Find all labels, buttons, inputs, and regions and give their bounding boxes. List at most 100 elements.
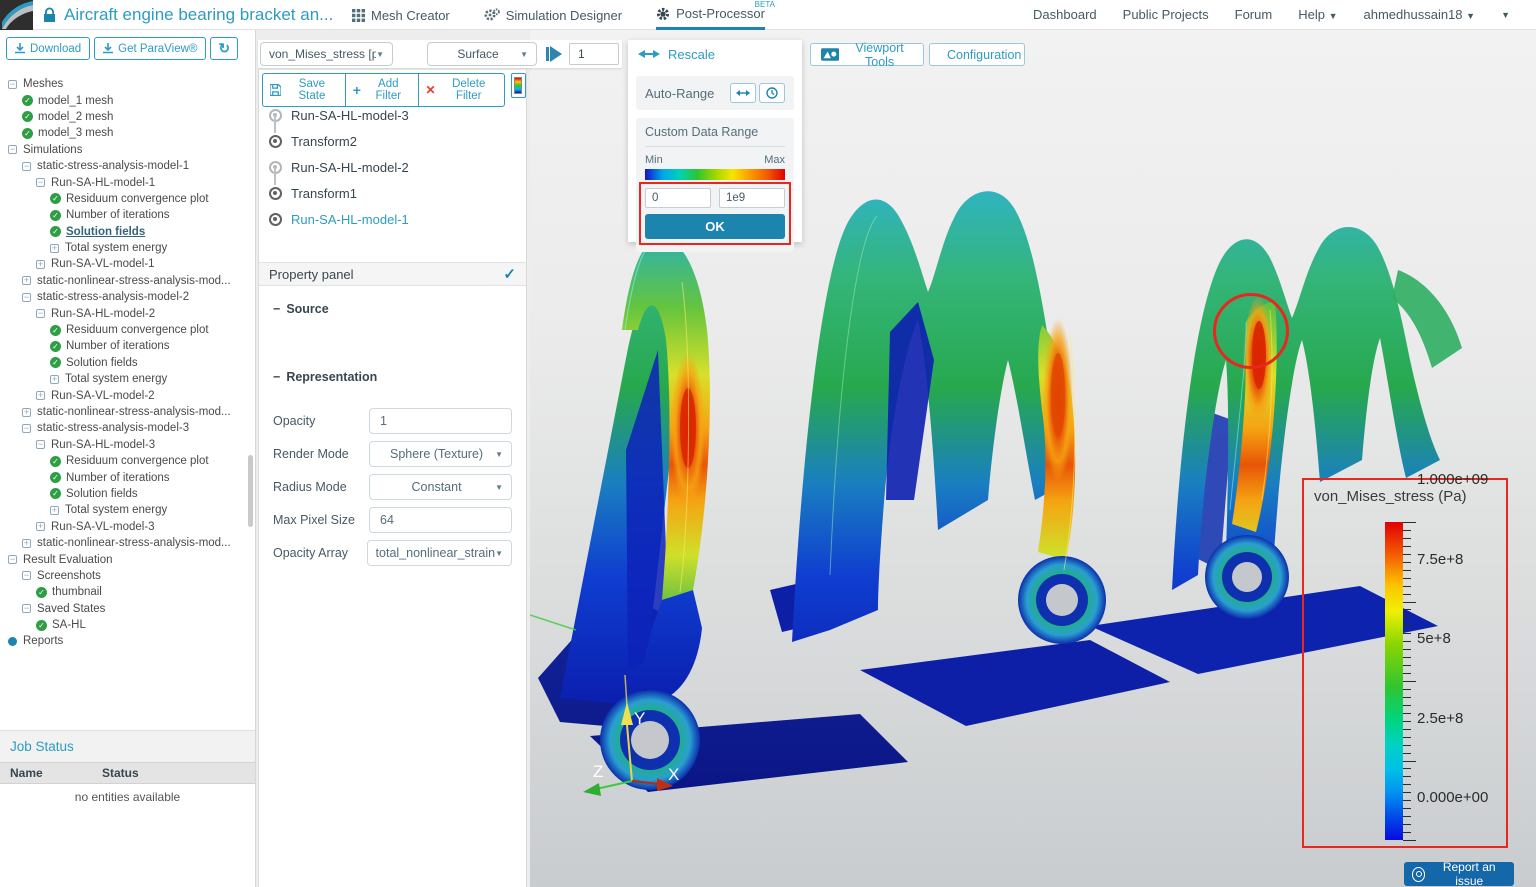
property-panel-header[interactable]: Property panel ✓ [259, 262, 526, 286]
radius-mode-select[interactable]: Constant▼ [369, 474, 512, 500]
nav-help-menu[interactable]: Help ▼ [1298, 7, 1337, 22]
tree-item-static-stress-analysis-model-1[interactable]: −static-stress-analysis-model-1 [0, 158, 256, 174]
expand-icon[interactable]: + [36, 391, 45, 400]
expand-icon[interactable]: + [50, 375, 59, 384]
tab-simulation-designer[interactable]: Simulation Designer [484, 0, 622, 30]
ok-button[interactable]: OK [645, 214, 785, 239]
tree-item-static-stress-analysis-model-3[interactable]: −static-stress-analysis-model-3 [0, 420, 256, 436]
tree-item-screenshots[interactable]: −Screenshots [0, 568, 256, 584]
range-min-input[interactable] [645, 188, 711, 208]
expand-icon[interactable]: + [22, 276, 31, 285]
rescale-button[interactable]: Rescale [628, 40, 802, 68]
refresh-button[interactable]: ↻ [210, 37, 238, 60]
visibility-eye-icon[interactable] [267, 211, 283, 227]
visibility-eye-icon[interactable] [267, 133, 283, 149]
tree-item-thumbnail[interactable]: ✓thumbnail [0, 584, 256, 600]
tree-item-number-of-iterations[interactable]: ✓Number of iterations [0, 207, 256, 223]
tree-item-run-sa-vl-model-2[interactable]: +Run-SA-VL-model-2 [0, 387, 256, 403]
field-select[interactable]: von_Mises_stress [point-data]▼ [260, 42, 393, 66]
tree-item-number-of-iterations[interactable]: ✓Number of iterations [0, 338, 256, 354]
expand-icon[interactable]: + [50, 506, 59, 515]
pipeline-item-run-sa-hl-model-1[interactable]: Run-SA-HL-model-1 [259, 206, 526, 232]
tree-item-model-1-mesh[interactable]: ✓model_1 mesh [0, 92, 256, 108]
collapse-icon[interactable]: − [8, 555, 17, 564]
pipeline-item-transform1[interactable]: Transform1 [259, 180, 526, 206]
collapse-icon[interactable]: − [8, 80, 17, 89]
tree-item-static-nonlinear-stress-analysis-mod[interactable]: +static-nonlinear-stress-analysis-mod... [0, 273, 256, 289]
collapse-icon[interactable]: − [36, 309, 45, 318]
tree-item-sa-hl[interactable]: ✓SA-HL [0, 617, 256, 633]
tree-item-static-nonlinear-stress-analysis-mod[interactable]: +static-nonlinear-stress-analysis-mod... [0, 404, 256, 420]
play-button[interactable] [542, 42, 566, 66]
tree-item-number-of-iterations[interactable]: ✓Number of iterations [0, 469, 256, 485]
auto-range-spatial-button[interactable] [730, 83, 756, 103]
expand-icon[interactable]: + [50, 244, 59, 253]
configuration-button[interactable]: Configuration [929, 43, 1025, 66]
tree-item-saved-states[interactable]: −Saved States [0, 601, 256, 617]
pipeline-item-run-sa-hl-model-2[interactable]: Run-SA-HL-model-2 [259, 154, 526, 180]
max-pixel-size-input[interactable] [369, 507, 512, 533]
tree-item-result-evaluation[interactable]: −Result Evaluation [0, 551, 256, 567]
tree-scrollbar[interactable] [248, 455, 253, 527]
collapse-icon[interactable]: − [36, 178, 45, 187]
collapse-icon[interactable]: − [22, 424, 31, 433]
colorbar-toggle-button[interactable] [511, 73, 526, 98]
tree-item-simulations[interactable]: −Simulations [0, 142, 256, 158]
range-max-input[interactable] [719, 188, 785, 208]
nav-public-projects[interactable]: Public Projects [1123, 7, 1209, 22]
frame-input[interactable] [569, 43, 619, 65]
tab-mesh-creator[interactable]: Mesh Creator [352, 0, 450, 30]
user-menu[interactable]: ahmedhussain18 ▼ [1364, 7, 1476, 22]
tree-item-meshes[interactable]: −Meshes [0, 76, 256, 92]
project-title[interactable]: Aircraft engine bearing bracket an... [64, 5, 333, 25]
tree-item-total-system-energy[interactable]: +Total system energy [0, 371, 256, 387]
representation-select[interactable]: Surface▼ [427, 42, 537, 66]
tree-item-residuum-convergence-plot[interactable]: ✓Residuum convergence plot [0, 322, 256, 338]
tree-item-static-stress-analysis-model-2[interactable]: −static-stress-analysis-model-2 [0, 289, 256, 305]
tree-item-residuum-convergence-plot[interactable]: ✓Residuum convergence plot [0, 191, 256, 207]
collapse-icon[interactable]: − [8, 145, 17, 154]
collapse-icon[interactable]: − [22, 162, 31, 171]
render-mode-select[interactable]: Sphere (Texture)▼ [369, 441, 512, 467]
get-paraview-button[interactable]: Get ParaView® [94, 37, 206, 60]
pipeline-item-transform2[interactable]: Transform2 [259, 128, 526, 154]
pipeline-item-run-sa-hl-model-3[interactable]: Run-SA-HL-model-3 [259, 102, 526, 128]
expand-icon[interactable]: + [22, 408, 31, 417]
tree-item-run-sa-hl-model-3[interactable]: −Run-SA-HL-model-3 [0, 437, 256, 453]
collapse-icon[interactable]: − [22, 604, 31, 613]
nav-dashboard[interactable]: Dashboard [1033, 7, 1097, 22]
tree-item-model-2-mesh[interactable]: ✓model_2 mesh [0, 109, 256, 125]
extra-menu-chevron-icon[interactable]: ▼ [1501, 10, 1510, 20]
download-button[interactable]: Download [6, 37, 90, 60]
source-section-header[interactable]: −Source [273, 302, 512, 316]
tree-item-model-3-mesh[interactable]: ✓model_3 mesh [0, 125, 256, 141]
visibility-eye-icon[interactable] [267, 185, 283, 201]
tree-item-static-nonlinear-stress-analysis-mod[interactable]: +static-nonlinear-stress-analysis-mod... [0, 535, 256, 551]
status-check-icon: ✓ [50, 456, 61, 467]
tree-item-solution-fields[interactable]: ✓Solution fields [0, 486, 256, 502]
tree-item-solution-fields[interactable]: ✓Solution fields [0, 355, 256, 371]
collapse-icon[interactable]: − [22, 293, 31, 302]
collapse-icon[interactable]: − [22, 571, 31, 580]
tab-post-processor[interactable]: Post-Processor BETA [656, 0, 765, 30]
viewport-tools-button[interactable]: Viewport Tools [810, 43, 924, 66]
nav-forum[interactable]: Forum [1235, 7, 1273, 22]
tree-item-total-system-energy[interactable]: +Total system energy [0, 240, 256, 256]
collapse-icon[interactable]: − [36, 440, 45, 449]
tree-item-reports[interactable]: Reports [0, 633, 256, 649]
auto-range-temporal-button[interactable] [759, 83, 785, 103]
tree-item-total-system-energy[interactable]: +Total system energy [0, 502, 256, 518]
expand-icon[interactable]: + [36, 260, 45, 269]
tree-item-solution-fields[interactable]: ✓Solution fields [0, 224, 256, 240]
tree-item-run-sa-hl-model-1[interactable]: −Run-SA-HL-model-1 [0, 174, 256, 190]
expand-icon[interactable]: + [36, 522, 45, 531]
tree-item-run-sa-vl-model-3[interactable]: +Run-SA-VL-model-3 [0, 519, 256, 535]
expand-icon[interactable]: + [22, 539, 31, 548]
tree-item-residuum-convergence-plot[interactable]: ✓Residuum convergence plot [0, 453, 256, 469]
report-issue-button[interactable]: Report an issue [1404, 862, 1514, 886]
tree-item-run-sa-vl-model-1[interactable]: +Run-SA-VL-model-1 [0, 256, 256, 272]
opacity-input[interactable] [369, 408, 512, 434]
opacity-array-select[interactable]: total_nonlinear_strain▼ [367, 540, 512, 566]
representation-section-header[interactable]: −Representation [273, 370, 512, 384]
tree-item-run-sa-hl-model-2[interactable]: −Run-SA-HL-model-2 [0, 305, 256, 321]
